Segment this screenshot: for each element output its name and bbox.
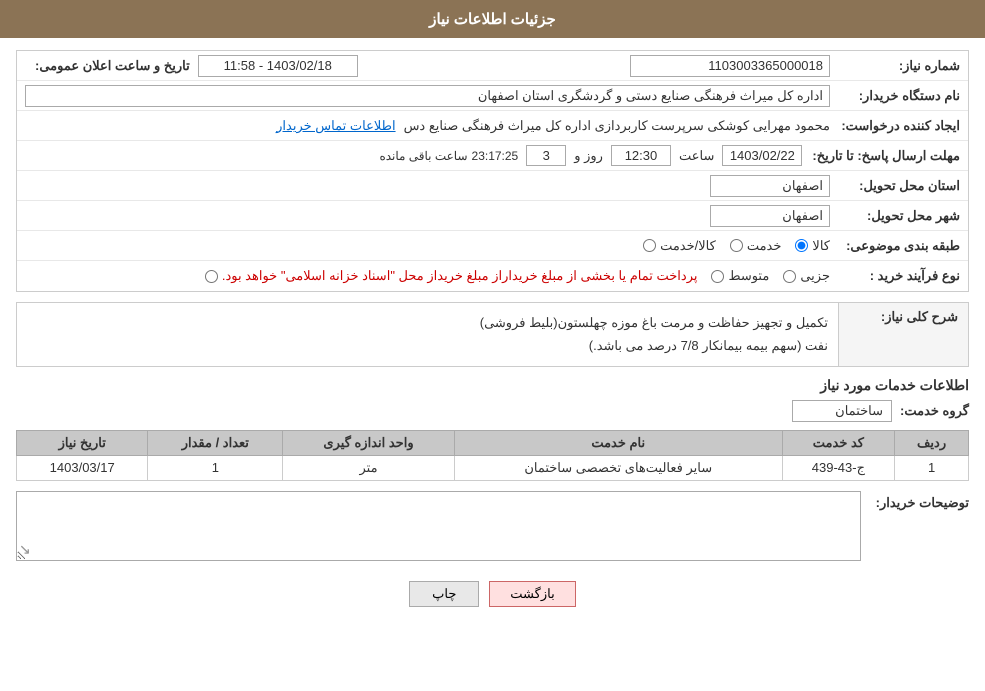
- group-value: ساختمان: [792, 400, 892, 422]
- purchase-type-radio-medium[interactable]: [711, 270, 724, 283]
- category-value-cell: کالا/خدمت خدمت کالا: [25, 238, 830, 254]
- category-radio-group: کالا/خدمت خدمت کالا: [643, 238, 830, 254]
- services-table-section: ردیف کد خدمت نام خدمت واحد اندازه گیری ت…: [16, 430, 969, 481]
- city-value-cell: اصفهان: [25, 205, 830, 227]
- buyer-notes-label: توضیحات خریدار:: [869, 491, 969, 511]
- col-service-name: نام خدمت: [454, 430, 782, 455]
- remaining-time: 23:17:25 ساعت باقی مانده: [379, 149, 518, 163]
- info-section: شماره نیاز: 1103003365000018 1403/02/18 …: [16, 50, 969, 292]
- purchase-type-medium-label: متوسط: [728, 268, 769, 284]
- deadline-remaining: 23:17:25: [472, 149, 519, 163]
- category-label: طبقه بندی موضوعی:: [830, 238, 960, 254]
- table-cell-4: 1: [148, 455, 283, 480]
- contact-link[interactable]: اطلاعات تماس خریدار: [276, 118, 395, 134]
- purchase-type-radio-full[interactable]: [205, 270, 218, 283]
- category-option-khadamat[interactable]: خدمت: [730, 238, 782, 254]
- category-radio-kala-khadamat[interactable]: [643, 239, 656, 252]
- purchase-type-radio-group: پرداخت تمام یا بخشی از مبلغ خریداراز مبل…: [205, 268, 830, 284]
- col-date-needed: تاریخ نیاز: [17, 430, 148, 455]
- purchase-type-partial-label: جزیی: [800, 268, 830, 284]
- purchase-type-value-cell: پرداخت تمام یا بخشی از مبلغ خریداراز مبل…: [25, 268, 830, 284]
- deadline-label: مهلت ارسال پاسخ: تا تاریخ:: [802, 148, 960, 164]
- col-quantity: تعداد / مقدار: [148, 430, 283, 455]
- page-title: جزئیات اطلاعات نیاز: [429, 11, 556, 28]
- buyer-name-label: نام دستگاه خریدار:: [830, 88, 960, 104]
- col-row-num: ردیف: [895, 430, 969, 455]
- page-header: جزئیات اطلاعات نیاز: [0, 0, 985, 38]
- purchase-type-full-payment[interactable]: پرداخت تمام یا بخشی از مبلغ خریداراز مبل…: [205, 268, 698, 284]
- group-label: گروه خدمت:: [900, 403, 969, 419]
- deadline-days-label: روز و: [574, 148, 603, 164]
- table-row: 1ج-43-439سایر فعالیت‌های تخصصی ساختمانمت…: [17, 455, 969, 480]
- row-creator: ایجاد کننده درخواست: محمود مهرایی کوشکی …: [17, 111, 968, 141]
- deadline-time-row: 1403/02/22 ساعت 12:30 روز و 3 23:17:25 س…: [379, 145, 802, 166]
- need-number-label: شماره نیاز:: [830, 58, 960, 74]
- description-line1: تکمیل و تجهیز حفاظت و مرمت باغ موزه چهلس…: [27, 311, 828, 334]
- creator-value: محمود مهرایی کوشکی سرپرست کاربردازی ادار…: [404, 118, 830, 134]
- deadline-days: 3: [526, 145, 566, 166]
- table-cell-2: سایر فعالیت‌های تخصصی ساختمان: [454, 455, 782, 480]
- row-buyer-name: نام دستگاه خریدار: اداره کل میراث فرهنگی…: [17, 81, 968, 111]
- buyer-name-value-cell: اداره کل میراث فرهنگی صنایع دستی و گردشگ…: [25, 85, 830, 107]
- creator-value-cell: محمود مهرایی کوشکی سرپرست کاربردازی ادار…: [25, 118, 830, 134]
- purchase-type-label: نوع فرآیند خرید :: [830, 268, 960, 284]
- table-cell-0: 1: [895, 455, 969, 480]
- buttons-row: بازگشت چاپ: [16, 571, 969, 623]
- back-button[interactable]: بازگشت: [489, 581, 575, 607]
- announce-datetime-label: تاریخ و ساعت اعلان عمومی:: [25, 58, 190, 74]
- deadline-remaining-label: ساعت باقی مانده: [379, 149, 467, 163]
- category-radio-khadamat[interactable]: [730, 239, 743, 252]
- col-service-code: کد خدمت: [782, 430, 894, 455]
- city-value: اصفهان: [710, 205, 830, 227]
- category-option-kala[interactable]: کالا: [795, 238, 830, 254]
- description-label: شرح کلی نیاز:: [839, 303, 969, 367]
- need-number-value-cell: 1103003365000018: [428, 55, 831, 77]
- category-option-kala-khadamat[interactable]: کالا/خدمت: [643, 238, 716, 254]
- category-option-khadamat-label: خدمت: [747, 238, 782, 254]
- category-radio-kala[interactable]: [795, 239, 808, 252]
- description-section: شرح کلی نیاز: تکمیل و تجهیز حفاظت و مرمت…: [16, 302, 969, 367]
- description-content: تکمیل و تجهیز حفاظت و مرمت باغ موزه چهلس…: [17, 303, 839, 367]
- row-city: شهر محل تحویل: اصفهان: [17, 201, 968, 231]
- province-value: اصفهان: [710, 175, 830, 197]
- row-need-number: شماره نیاز: 1103003365000018 1403/02/18 …: [17, 51, 968, 81]
- deadline-time-label: ساعت: [679, 148, 714, 164]
- table-cell-5: 1403/03/17: [17, 455, 148, 480]
- table-cell-3: متر: [283, 455, 455, 480]
- city-label: شهر محل تحویل:: [830, 208, 960, 224]
- purchase-type-medium[interactable]: متوسط: [711, 268, 769, 284]
- category-option-kala-khadamat-label: کالا/خدمت: [660, 238, 716, 254]
- purchase-type-full-payment-label: پرداخت تمام یا بخشی از مبلغ خریداراز مبل…: [222, 268, 698, 284]
- services-table: ردیف کد خدمت نام خدمت واحد اندازه گیری ت…: [16, 430, 969, 481]
- description-line2: نفت (سهم بیمه بیمانکار 7/8 درصد می باشد.…: [27, 334, 828, 357]
- row-purchase-type: نوع فرآیند خرید : پرداخت تمام یا بخشی از…: [17, 261, 968, 291]
- need-number-value: 1103003365000018: [630, 55, 830, 77]
- services-section-title: اطلاعات خدمات مورد نیاز: [16, 377, 969, 394]
- buyer-notes-section: توضیحات خریدار: ↘: [16, 491, 969, 561]
- buyer-notes-box[interactable]: ↘: [16, 491, 861, 561]
- deadline-time: 12:30: [611, 145, 671, 166]
- announce-datetime-area: 1403/02/18 - 11:58 تاریخ و ساعت اعلان عم…: [25, 55, 428, 77]
- col-unit: واحد اندازه گیری: [283, 430, 455, 455]
- category-option-kala-label: کالا: [812, 238, 830, 254]
- row-category: طبقه بندی موضوعی: کالا/خدمت خدمت کالا: [17, 231, 968, 261]
- print-button[interactable]: چاپ: [409, 581, 479, 607]
- row-province: استان محل تحویل: اصفهان: [17, 171, 968, 201]
- group-row: گروه خدمت: ساختمان: [16, 400, 969, 422]
- row-deadline: مهلت ارسال پاسخ: تا تاریخ: 1403/02/22 سا…: [17, 141, 968, 171]
- province-label: استان محل تحویل:: [830, 178, 960, 194]
- table-cell-1: ج-43-439: [782, 455, 894, 480]
- deadline-value-cell: 1403/02/22 ساعت 12:30 روز و 3 23:17:25 س…: [25, 145, 802, 166]
- announce-datetime-value: 1403/02/18 - 11:58: [198, 55, 358, 77]
- purchase-type-radio-partial[interactable]: [783, 270, 796, 283]
- resize-handle-icon: ↘: [19, 541, 31, 558]
- deadline-date: 1403/02/22: [722, 145, 802, 166]
- province-value-cell: اصفهان: [25, 175, 830, 197]
- creator-label: ایجاد کننده درخواست:: [830, 118, 960, 134]
- buyer-name-value: اداره کل میراث فرهنگی صنایع دستی و گردشگ…: [25, 85, 830, 107]
- purchase-type-partial[interactable]: جزیی: [783, 268, 830, 284]
